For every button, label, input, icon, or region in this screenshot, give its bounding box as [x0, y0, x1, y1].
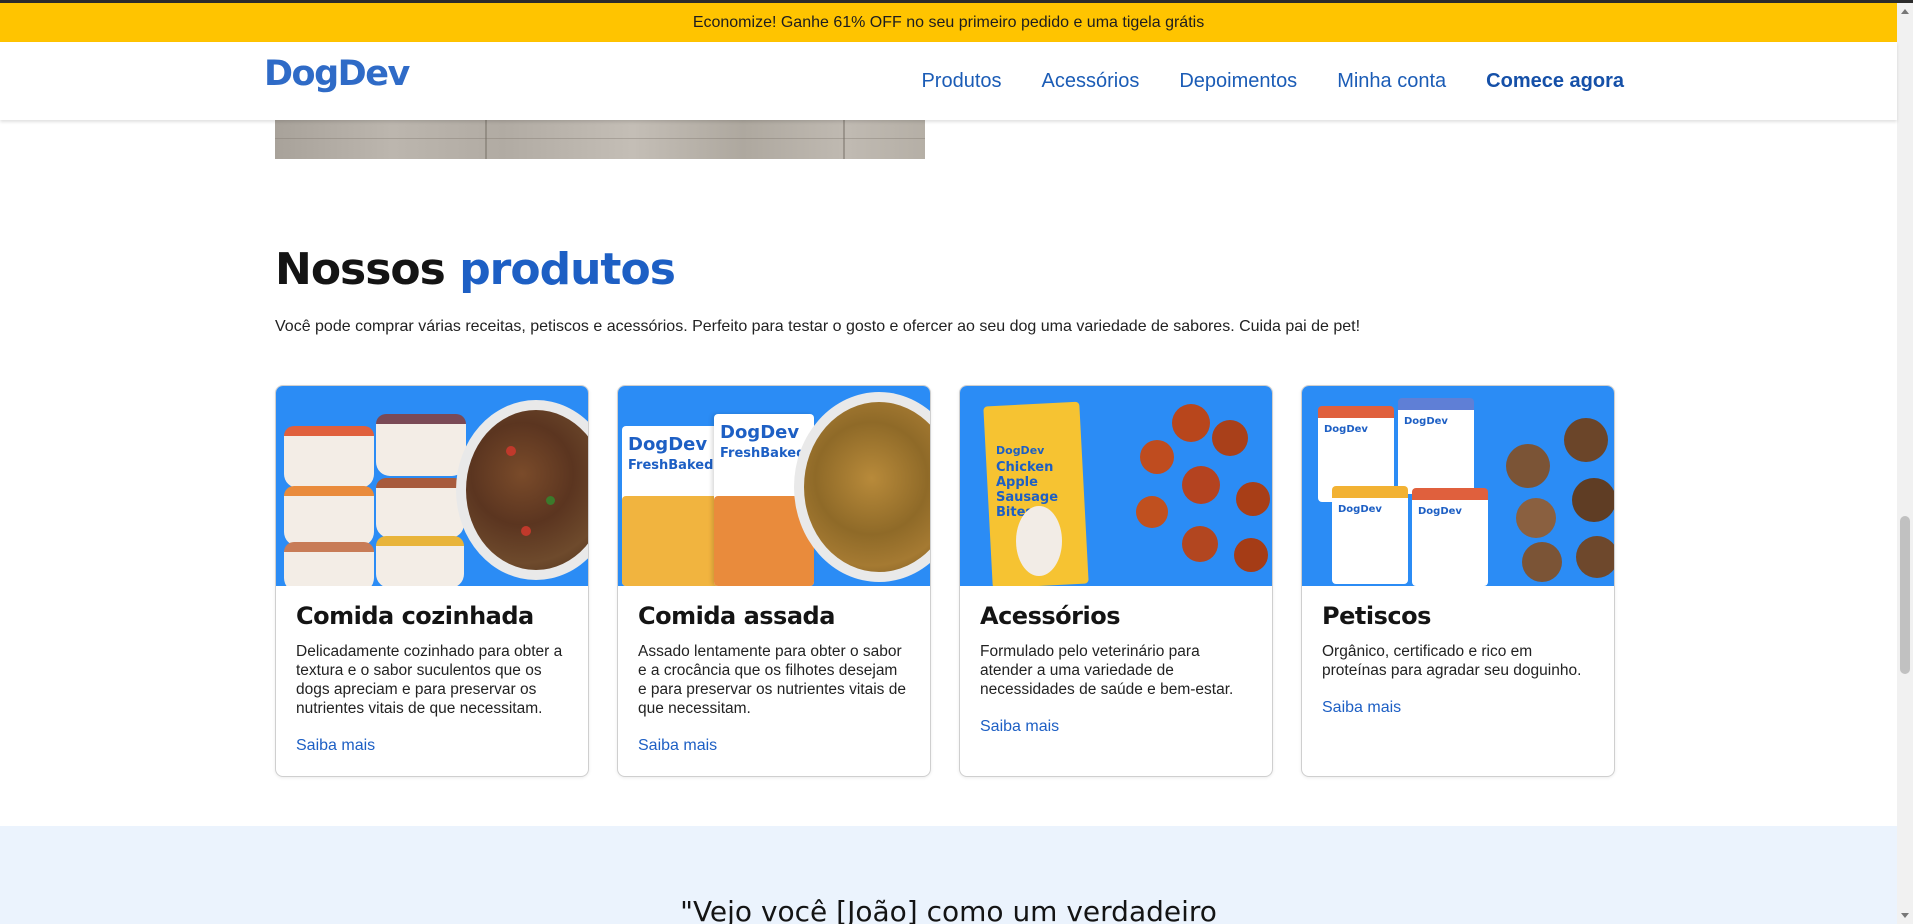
promo-banner: Economize! Ganhe 61% OFF no seu primeiro… [0, 3, 1897, 42]
card-text: Orgânico, certificado e rico em proteína… [1322, 643, 1582, 679]
card-text: Delicadamente cozinhado para obter a tex… [296, 643, 563, 717]
products-title: Nossos produtos [275, 244, 676, 295]
baked-food-image: DogDev FreshBaked DogDev FreshBaked [618, 386, 930, 586]
nav-comece-agora[interactable]: Comece agora [1486, 70, 1624, 93]
product-card-acessorios[interactable]: DogDev Chicken Apple Sausage Bites Acess… [959, 385, 1273, 777]
products-description: Você pode comprar várias receitas, petis… [275, 318, 1361, 335]
accessories-image: DogDev Chicken Apple Sausage Bites [960, 386, 1272, 586]
treats-image: DogDev DogDev DogDev DogDev [1302, 386, 1614, 586]
product-card-comida-assada[interactable]: DogDev FreshBaked DogDev FreshBaked Comi… [617, 385, 931, 777]
testimonial-quote: "Vejo você [João] como um verdadeiro [680, 895, 1217, 924]
nav-minha-conta[interactable]: Minha conta [1337, 70, 1446, 93]
card-title: Petiscos [1322, 602, 1431, 630]
card-title: Comida assada [638, 602, 835, 630]
product-card-petiscos[interactable]: DogDev DogDev DogDev DogDev Petiscos Org… [1301, 385, 1615, 777]
product-card-comida-cozinhada[interactable]: Comida cozinhada Delicadamente cozinhado… [275, 385, 589, 777]
nav-acessorios[interactable]: Acessórios [1042, 70, 1140, 93]
dogdev-logo[interactable]: DogDev [264, 54, 410, 94]
main-nav: Produtos Acessórios Depoimentos Minha co… [921, 70, 1624, 93]
card-text: Assado lentamente para obter o sabor e a… [638, 643, 906, 717]
saiba-mais-link[interactable]: Saiba mais [638, 737, 717, 755]
card-title: Comida cozinhada [296, 602, 534, 630]
nav-depoimentos[interactable]: Depoimentos [1179, 70, 1297, 93]
promo-text: Economize! Ganhe 61% OFF no seu primeiro… [692, 13, 1205, 31]
card-text: Formulado pelo veterinário para atender … [980, 643, 1234, 698]
scrollbar-thumb[interactable] [1900, 516, 1910, 674]
saiba-mais-link[interactable]: Saiba mais [1322, 699, 1401, 717]
pavement-line [275, 138, 925, 139]
card-title: Acessórios [980, 602, 1120, 630]
saiba-mais-link[interactable]: Saiba mais [296, 737, 375, 755]
nav-produtos[interactable]: Produtos [921, 70, 1001, 93]
scroll-up-arrow-icon[interactable] [1901, 9, 1909, 14]
scroll-down-arrow-icon[interactable] [1901, 913, 1909, 918]
products-title-part1: Nossos [275, 244, 446, 295]
site-header: DogDev Produtos Acessórios Depoimentos M… [0, 42, 1897, 120]
cooked-food-image [276, 386, 588, 586]
products-title-part2: produtos [459, 244, 676, 295]
page-scrollbar[interactable] [1897, 3, 1913, 924]
saiba-mais-link[interactable]: Saiba mais [980, 718, 1059, 736]
